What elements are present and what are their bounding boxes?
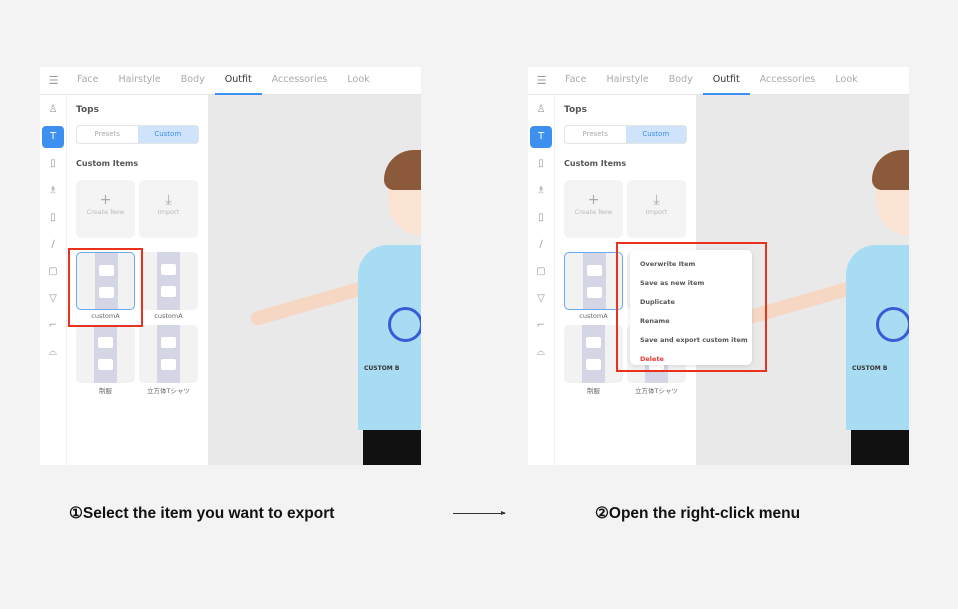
category-sidebar: ♙ T ▯ ♗ ▯ ∕ ▢ ▽ ⌐ ⌓ xyxy=(528,95,555,465)
avatar-hair xyxy=(384,150,421,190)
tab-3[interactable]: Outfit xyxy=(702,67,750,95)
tab-4[interactable]: Accessories xyxy=(262,67,338,95)
sidebar-category-icon-6[interactable]: ▢ xyxy=(42,261,64,283)
caption-step2: ②Open the right-click menu xyxy=(595,505,801,522)
sidebar-category-icon-7[interactable]: ▽ xyxy=(42,288,64,310)
sidebar-category-icon-2[interactable]: ▯ xyxy=(530,153,552,175)
shirt-logo xyxy=(876,307,909,342)
category-sidebar: ♙ T ▯ ♗ ▯ ∕ ▢ ▽ ⌐ ⌓ xyxy=(40,95,67,465)
menu-highlight-box xyxy=(616,242,767,372)
sidebar-category-icon-0[interactable]: ♙ xyxy=(42,99,64,121)
item-label: 立方体Tシャツ xyxy=(635,387,678,395)
item-thumbnail[interactable] xyxy=(564,325,623,383)
tab-3[interactable]: Outfit xyxy=(214,67,262,95)
sidebar-category-icon-2[interactable]: ▯ xyxy=(42,153,64,175)
avatar-hair xyxy=(872,150,909,190)
category-tabs: ☰ Face Hairstyle Body Outfit Accessories Look xyxy=(528,67,909,95)
tab-2[interactable]: Body xyxy=(659,67,703,95)
custom-button[interactable]: Custom xyxy=(625,126,686,143)
section-title: Tops xyxy=(76,105,99,115)
avatar-viewport[interactable]: CUSTOM B xyxy=(208,95,421,465)
sidebar-category-icon-1[interactable]: T xyxy=(42,126,64,148)
plus-icon: + xyxy=(99,192,112,208)
arrow-icon xyxy=(453,511,506,515)
item-thumbnail[interactable] xyxy=(564,252,623,310)
hamburger-menu-icon[interactable]: ☰ xyxy=(40,74,67,87)
import-button[interactable]: ⤓ Import xyxy=(627,180,686,238)
custom-button[interactable]: Custom xyxy=(137,126,198,143)
caption-step1: ①Select the item you want to export xyxy=(69,505,335,522)
category-tabs: ☰ Face Hairstyle Body Outfit Accessories Look xyxy=(40,67,421,95)
section-title: Tops xyxy=(564,105,587,115)
create-new-button[interactable]: + Create New xyxy=(76,180,135,238)
sidebar-category-icon-8[interactable]: ⌐ xyxy=(530,315,552,337)
shirt-logo xyxy=(388,307,421,342)
sidebar-category-icon-3[interactable]: ♗ xyxy=(42,180,64,202)
tab-1[interactable]: Hairstyle xyxy=(108,67,170,95)
tab-4[interactable]: Accessories xyxy=(750,67,826,95)
import-button[interactable]: ⤓ Import xyxy=(139,180,198,238)
plus-icon: + xyxy=(587,192,600,208)
tab-2[interactable]: Body xyxy=(171,67,215,95)
sidebar-category-icon-4[interactable]: ▯ xyxy=(42,207,64,229)
item-label: 立方体Tシャツ xyxy=(147,387,190,395)
sidebar-category-icon-4[interactable]: ▯ xyxy=(530,207,552,229)
tab-5[interactable]: Look xyxy=(337,67,379,95)
sidebar-category-icon-3[interactable]: ♗ xyxy=(530,180,552,202)
sidebar-category-icon-7[interactable]: ▽ xyxy=(530,288,552,310)
selection-highlight-box xyxy=(68,248,143,327)
presets-button[interactable]: Presets xyxy=(565,126,626,143)
item-label: 制服 xyxy=(99,387,112,395)
create-new-button[interactable]: + Create New xyxy=(564,180,623,238)
sidebar-category-icon-0[interactable]: ♙ xyxy=(530,99,552,121)
tab-1[interactable]: Hairstyle xyxy=(596,67,658,95)
item-label: 制服 xyxy=(587,387,600,395)
custom-items-title: Custom Items xyxy=(564,159,627,168)
preset-custom-toggle: Presets Custom xyxy=(76,125,199,144)
shirt-print-text: CUSTOM B xyxy=(852,365,888,372)
preset-custom-toggle: Presets Custom xyxy=(564,125,687,144)
tab-5[interactable]: Look xyxy=(825,67,867,95)
custom-items-title: Custom Items xyxy=(76,159,139,168)
download-icon: ⤓ xyxy=(165,192,172,208)
item-thumbnail[interactable] xyxy=(139,252,198,310)
avatar-pants xyxy=(363,430,421,465)
avatar-pants xyxy=(851,430,909,465)
item-thumbnail[interactable] xyxy=(139,325,198,383)
item-label: customA xyxy=(154,312,183,320)
shirt-print-text: CUSTOM B xyxy=(364,365,400,372)
tab-0[interactable]: Face xyxy=(67,67,108,95)
hamburger-menu-icon[interactable]: ☰ xyxy=(528,74,555,87)
sidebar-category-icon-5[interactable]: ∕ xyxy=(530,234,552,256)
sidebar-category-icon-8[interactable]: ⌐ xyxy=(42,315,64,337)
item-thumbnail[interactable] xyxy=(76,325,135,383)
sidebar-category-icon-1[interactable]: T xyxy=(530,126,552,148)
download-icon: ⤓ xyxy=(653,192,660,208)
sidebar-category-icon-9[interactable]: ⌓ xyxy=(42,342,64,364)
sidebar-category-icon-6[interactable]: ▢ xyxy=(530,261,552,283)
presets-button[interactable]: Presets xyxy=(77,126,138,143)
item-label: customA xyxy=(579,312,608,320)
sidebar-category-icon-9[interactable]: ⌓ xyxy=(530,342,552,364)
sidebar-category-icon-5[interactable]: ∕ xyxy=(42,234,64,256)
tab-0[interactable]: Face xyxy=(555,67,596,95)
